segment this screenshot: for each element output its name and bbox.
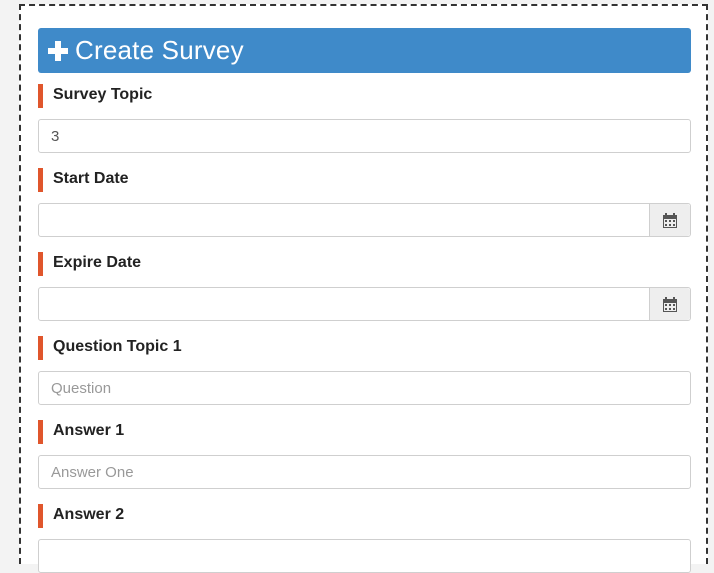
answer-2-field[interactable]: [38, 539, 691, 573]
create-survey-panel: Create Survey Survey Topic Start Date Ex…: [19, 4, 708, 573]
start-date-picker-button[interactable]: [649, 204, 690, 236]
survey-topic-field[interactable]: [38, 119, 691, 153]
panel-header: Create Survey: [38, 28, 691, 73]
survey-topic-input[interactable]: [39, 120, 690, 152]
expire-date-field[interactable]: [38, 287, 691, 321]
start-date-field[interactable]: [38, 203, 691, 237]
calendar-icon: [663, 212, 677, 228]
answer-1-label: Answer 1: [38, 420, 124, 444]
question-topic-1-label: Question Topic 1: [38, 336, 182, 360]
answer-1-field[interactable]: [38, 455, 691, 489]
question-topic-1-input[interactable]: [39, 372, 690, 404]
survey-topic-label: Survey Topic: [38, 84, 152, 108]
expire-date-picker-button[interactable]: [649, 288, 690, 320]
answer-1-input[interactable]: [39, 456, 690, 488]
question-topic-1-field[interactable]: [38, 371, 691, 405]
plus-icon: [47, 40, 69, 62]
expire-date-label: Expire Date: [38, 252, 141, 276]
start-date-label: Start Date: [38, 168, 129, 192]
expire-date-input[interactable]: [39, 288, 651, 320]
page-title: Create Survey: [75, 35, 244, 65]
calendar-icon: [663, 296, 677, 312]
start-date-input[interactable]: [39, 204, 651, 236]
answer-2-input[interactable]: [39, 540, 690, 572]
answer-2-label: Answer 2: [38, 504, 124, 528]
